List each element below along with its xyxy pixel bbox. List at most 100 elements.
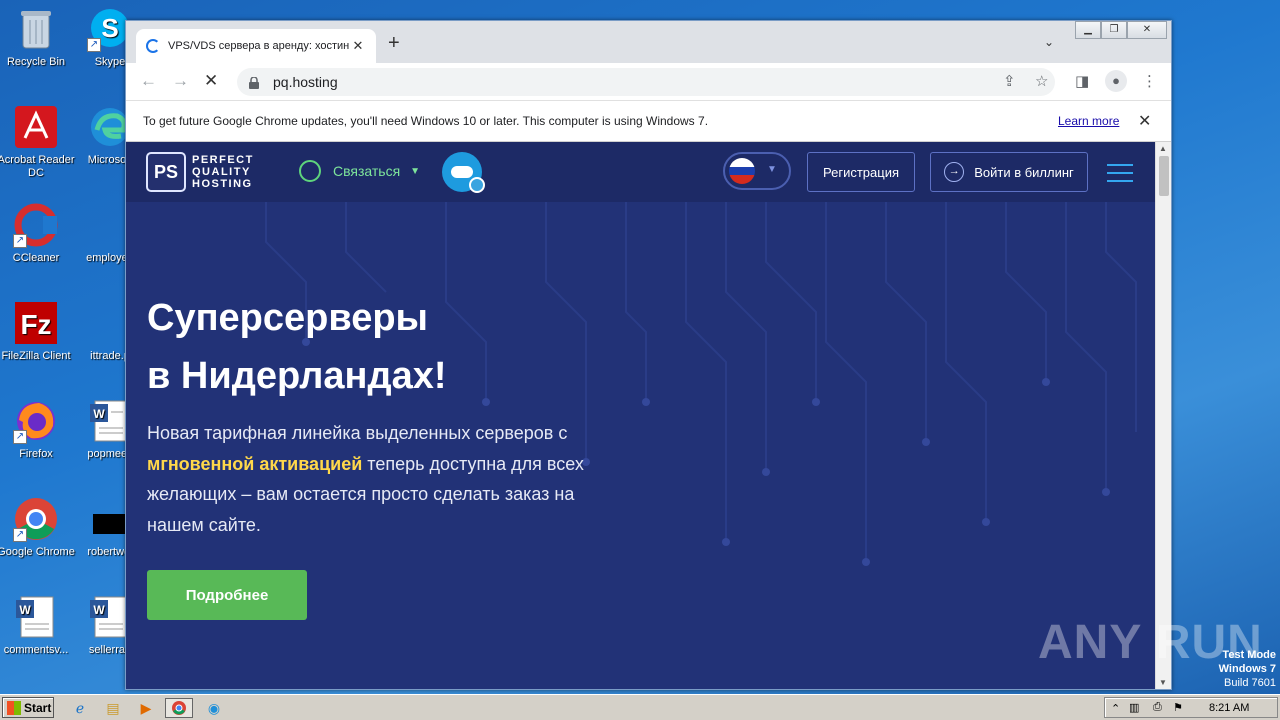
svg-text:W: W: [93, 603, 105, 617]
desktop-icon-label: FileZilla Client: [1, 350, 71, 362]
language-selector[interactable]: ▼: [723, 152, 791, 190]
url-text: pq.hosting: [273, 74, 338, 90]
stop-loading-icon[interactable]: ✕: [204, 71, 218, 91]
desktop-icon-label: Recycle Bin: [6, 56, 66, 68]
svg-text:W: W: [93, 407, 105, 421]
robot-icon: [451, 166, 473, 178]
test-mode-line-3: Build 7601: [1224, 677, 1276, 689]
logo-line-1: PERFECT: [192, 154, 254, 166]
new-tab-button[interactable]: +: [388, 33, 400, 53]
pq-logo-icon[interactable]: PS: [146, 152, 186, 192]
desktop-icon-label: Skype: [94, 56, 126, 68]
shortcut-arrow-icon: ↗: [13, 430, 27, 444]
scrollbar-thumb[interactable]: [1159, 156, 1169, 196]
desktop-icon-label: Firefox: [19, 448, 53, 460]
acrobat-icon: [13, 104, 59, 150]
tray-printer-icon[interactable]: ⎙: [1153, 701, 1162, 714]
chatbot-button[interactable]: [442, 152, 485, 193]
more-details-button[interactable]: Подробнее: [147, 570, 307, 620]
infobar-close-icon[interactable]: ✕: [1138, 111, 1151, 131]
hamburger-menu-icon[interactable]: [1107, 164, 1133, 188]
tray-network-icon[interactable]: ▥: [1129, 701, 1139, 714]
ccleaner-icon: ↗: [13, 202, 59, 248]
system-tray: ⌃ ▥ ⎙ ⚑ 8:21 AM: [1104, 697, 1278, 718]
start-label: Start: [24, 700, 52, 715]
hero-text-highlight: мгновенной активацией: [147, 453, 363, 474]
test-mode-line-2: Windows 7: [1218, 663, 1276, 675]
register-button[interactable]: Регистрация: [807, 152, 915, 192]
desktop-icon-ccleaner[interactable]: ↗ CCleaner: [0, 202, 76, 265]
update-infobar: To get future Google Chrome updates, you…: [126, 100, 1171, 142]
desktop-icon-acrobat[interactable]: Acrobat Reader DC: [0, 104, 76, 180]
tray-expand-icon[interactable]: ⌃: [1111, 702, 1120, 715]
taskbar-ie-icon[interactable]: ℯ: [66, 698, 94, 718]
word-doc-icon: W: [13, 594, 59, 640]
loading-spinner-icon: [146, 39, 160, 53]
desktop-icon-label: Acrobat Reader DC: [0, 154, 75, 179]
tab-close-icon[interactable]: ✕: [350, 38, 366, 54]
russian-flag-icon: [729, 158, 755, 184]
learn-more-link[interactable]: Learn more: [1058, 114, 1119, 128]
chrome-icon: ↗: [13, 496, 59, 542]
recycle-bin-icon: [13, 6, 59, 52]
chrome-window: VPS/VDS сервера в аренду: хостинг ✕ + ⌄ …: [125, 20, 1172, 690]
back-arrow-icon[interactable]: ←: [140, 71, 157, 91]
kebab-menu-icon[interactable]: ⋮: [1142, 72, 1157, 90]
tab-active[interactable]: VPS/VDS сервера в аренду: хостинг ✕: [136, 29, 376, 63]
telegram-icon: [469, 177, 485, 193]
clock[interactable]: 8:21 AM: [1209, 702, 1249, 714]
bookmark-star-icon[interactable]: ☆: [1035, 72, 1048, 90]
svg-text:W: W: [19, 603, 31, 617]
phone-icon: [299, 160, 321, 182]
tab-search-chevron-icon[interactable]: ⌄: [1044, 35, 1054, 49]
login-billing-button[interactable]: → Войти в биллинг: [930, 152, 1088, 192]
contact-label: Связаться: [333, 163, 401, 179]
web-page: PS PERFECT QUALITY HOSTING Связаться ▼ ▼: [126, 142, 1155, 689]
shortcut-arrow-icon: ↗: [13, 528, 27, 542]
test-mode-line-1: Test Mode: [1222, 649, 1276, 661]
svg-text:S: S: [101, 13, 118, 43]
hero-title: Суперсерверы в Нидерландах!: [147, 289, 447, 405]
taskbar-explorer-icon[interactable]: ▤: [99, 698, 127, 718]
login-arrow-icon: →: [944, 162, 965, 182]
desktop-icon-label: CCleaner: [12, 252, 60, 264]
logo-text[interactable]: PERFECT QUALITY HOSTING: [192, 154, 254, 190]
maximize-button[interactable]: ❐: [1101, 21, 1127, 39]
hero-description: Новая тарифная линейка выделенных сервер…: [147, 418, 627, 540]
desktop-icon-commentsv[interactable]: W commentsv...: [0, 594, 76, 657]
scroll-up-arrow-icon[interactable]: ▲: [1159, 144, 1167, 153]
forward-arrow-icon[interactable]: →: [172, 71, 189, 91]
taskbar-edge-icon[interactable]: ◉: [200, 698, 228, 718]
taskbar-chrome-icon[interactable]: [165, 698, 193, 718]
desktop-icon-label: Google Chrome: [0, 546, 75, 558]
minimize-button[interactable]: ▁: [1075, 21, 1101, 39]
shortcut-arrow-icon: ↗: [13, 234, 27, 248]
tab-strip: VPS/VDS сервера в аренду: хостинг ✕ + ⌄ …: [126, 21, 1171, 63]
page-scrollbar[interactable]: ▲ ▼: [1155, 142, 1171, 689]
site-header: PS PERFECT QUALITY HOSTING Связаться ▼ ▼: [126, 142, 1155, 202]
tab-title: VPS/VDS сервера в аренду: хостинг: [168, 40, 350, 52]
logo-line-3: HOSTING: [192, 178, 253, 190]
test-mode-label: Test Mode Windows 7 Build 7601: [1160, 648, 1276, 690]
shortcut-arrow-icon: ↗: [87, 38, 101, 52]
tray-flag-icon[interactable]: ⚑: [1173, 701, 1183, 714]
share-icon[interactable]: ⇪: [1003, 72, 1016, 90]
browser-toolbar: ← → ✕ pq.hosting ⇪ ☆ ◨ ● ⋮: [126, 63, 1171, 100]
taskbar-media-player-icon[interactable]: ▶: [132, 698, 160, 718]
desktop-icon-filezilla[interactable]: Fz FileZilla Client: [0, 300, 76, 363]
address-bar[interactable]: pq.hosting: [237, 68, 1055, 96]
contact-dropdown[interactable]: Связаться ▼: [299, 160, 420, 182]
windows-logo-icon: [7, 700, 21, 715]
desktop-icon-chrome[interactable]: ↗ Google Chrome: [0, 496, 76, 559]
chevron-down-icon: ▼: [410, 165, 421, 177]
taskbar: Start ℯ ▤ ▶ ◉ ⌃ ▥ ⎙ ⚑ 8:21 AM: [0, 694, 1280, 720]
profile-avatar-icon[interactable]: ●: [1105, 70, 1127, 92]
desktop-icon-recycle-bin[interactable]: Recycle Bin: [0, 6, 76, 69]
svg-text:Fz: Fz: [20, 309, 51, 340]
desktop-icon-firefox[interactable]: ↗ Firefox: [0, 398, 76, 461]
desktop-icon-label: commentsv...: [3, 644, 69, 656]
login-label: Войти в биллинг: [974, 164, 1074, 180]
close-window-button[interactable]: ✕: [1127, 21, 1167, 39]
start-button[interactable]: Start: [2, 697, 54, 718]
side-panel-icon[interactable]: ◨: [1075, 72, 1089, 90]
